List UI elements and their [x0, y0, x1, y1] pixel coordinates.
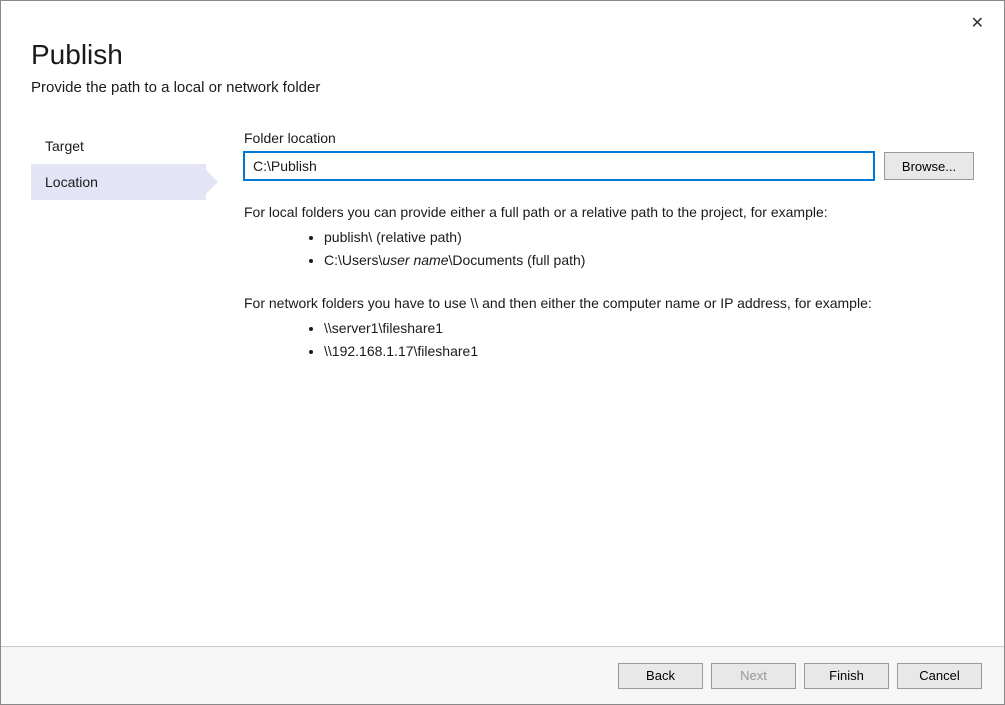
network-example-name: \\server1\fileshare1 [324, 318, 974, 339]
close-icon[interactable]: ✕ [965, 11, 990, 35]
network-folders-intro: For network folders you have to use \\ a… [244, 293, 974, 314]
finish-button[interactable]: Finish [804, 663, 889, 689]
local-example-full: C:\Users\user name\Documents (full path) [324, 250, 974, 271]
page-title: Publish [31, 39, 974, 71]
cancel-button[interactable]: Cancel [897, 663, 982, 689]
dialog-header: Publish Provide the path to a local or n… [1, 1, 1004, 96]
network-example-ip: \\192.168.1.17\fileshare1 [324, 341, 974, 362]
folder-location-input[interactable] [244, 152, 874, 180]
local-folders-intro: For local folders you can provide either… [244, 202, 974, 223]
network-examples-list: \\server1\fileshare1 \\192.168.1.17\file… [244, 318, 974, 362]
sidebar-item-location[interactable]: Location [31, 164, 206, 200]
next-button: Next [711, 663, 796, 689]
help-text: For local folders you can provide either… [244, 202, 974, 362]
content-panel: Folder location Browse... For local fold… [206, 128, 974, 384]
local-examples-list: publish\ (relative path) C:\Users\user n… [244, 227, 974, 271]
browse-button[interactable]: Browse... [884, 152, 974, 180]
page-subtitle: Provide the path to a local or network f… [31, 79, 974, 96]
back-button[interactable]: Back [618, 663, 703, 689]
sidebar-item-label: Target [45, 138, 84, 154]
folder-location-label: Folder location [244, 130, 974, 146]
wizard-sidebar: Target Location [31, 128, 206, 384]
dialog-body: Target Location Folder location Browse..… [1, 96, 1004, 384]
dialog-footer: Back Next Finish Cancel [1, 646, 1004, 704]
folder-input-row: Browse... [244, 152, 974, 180]
local-example-relative: publish\ (relative path) [324, 227, 974, 248]
sidebar-item-target[interactable]: Target [31, 128, 206, 164]
sidebar-item-label: Location [45, 174, 98, 190]
